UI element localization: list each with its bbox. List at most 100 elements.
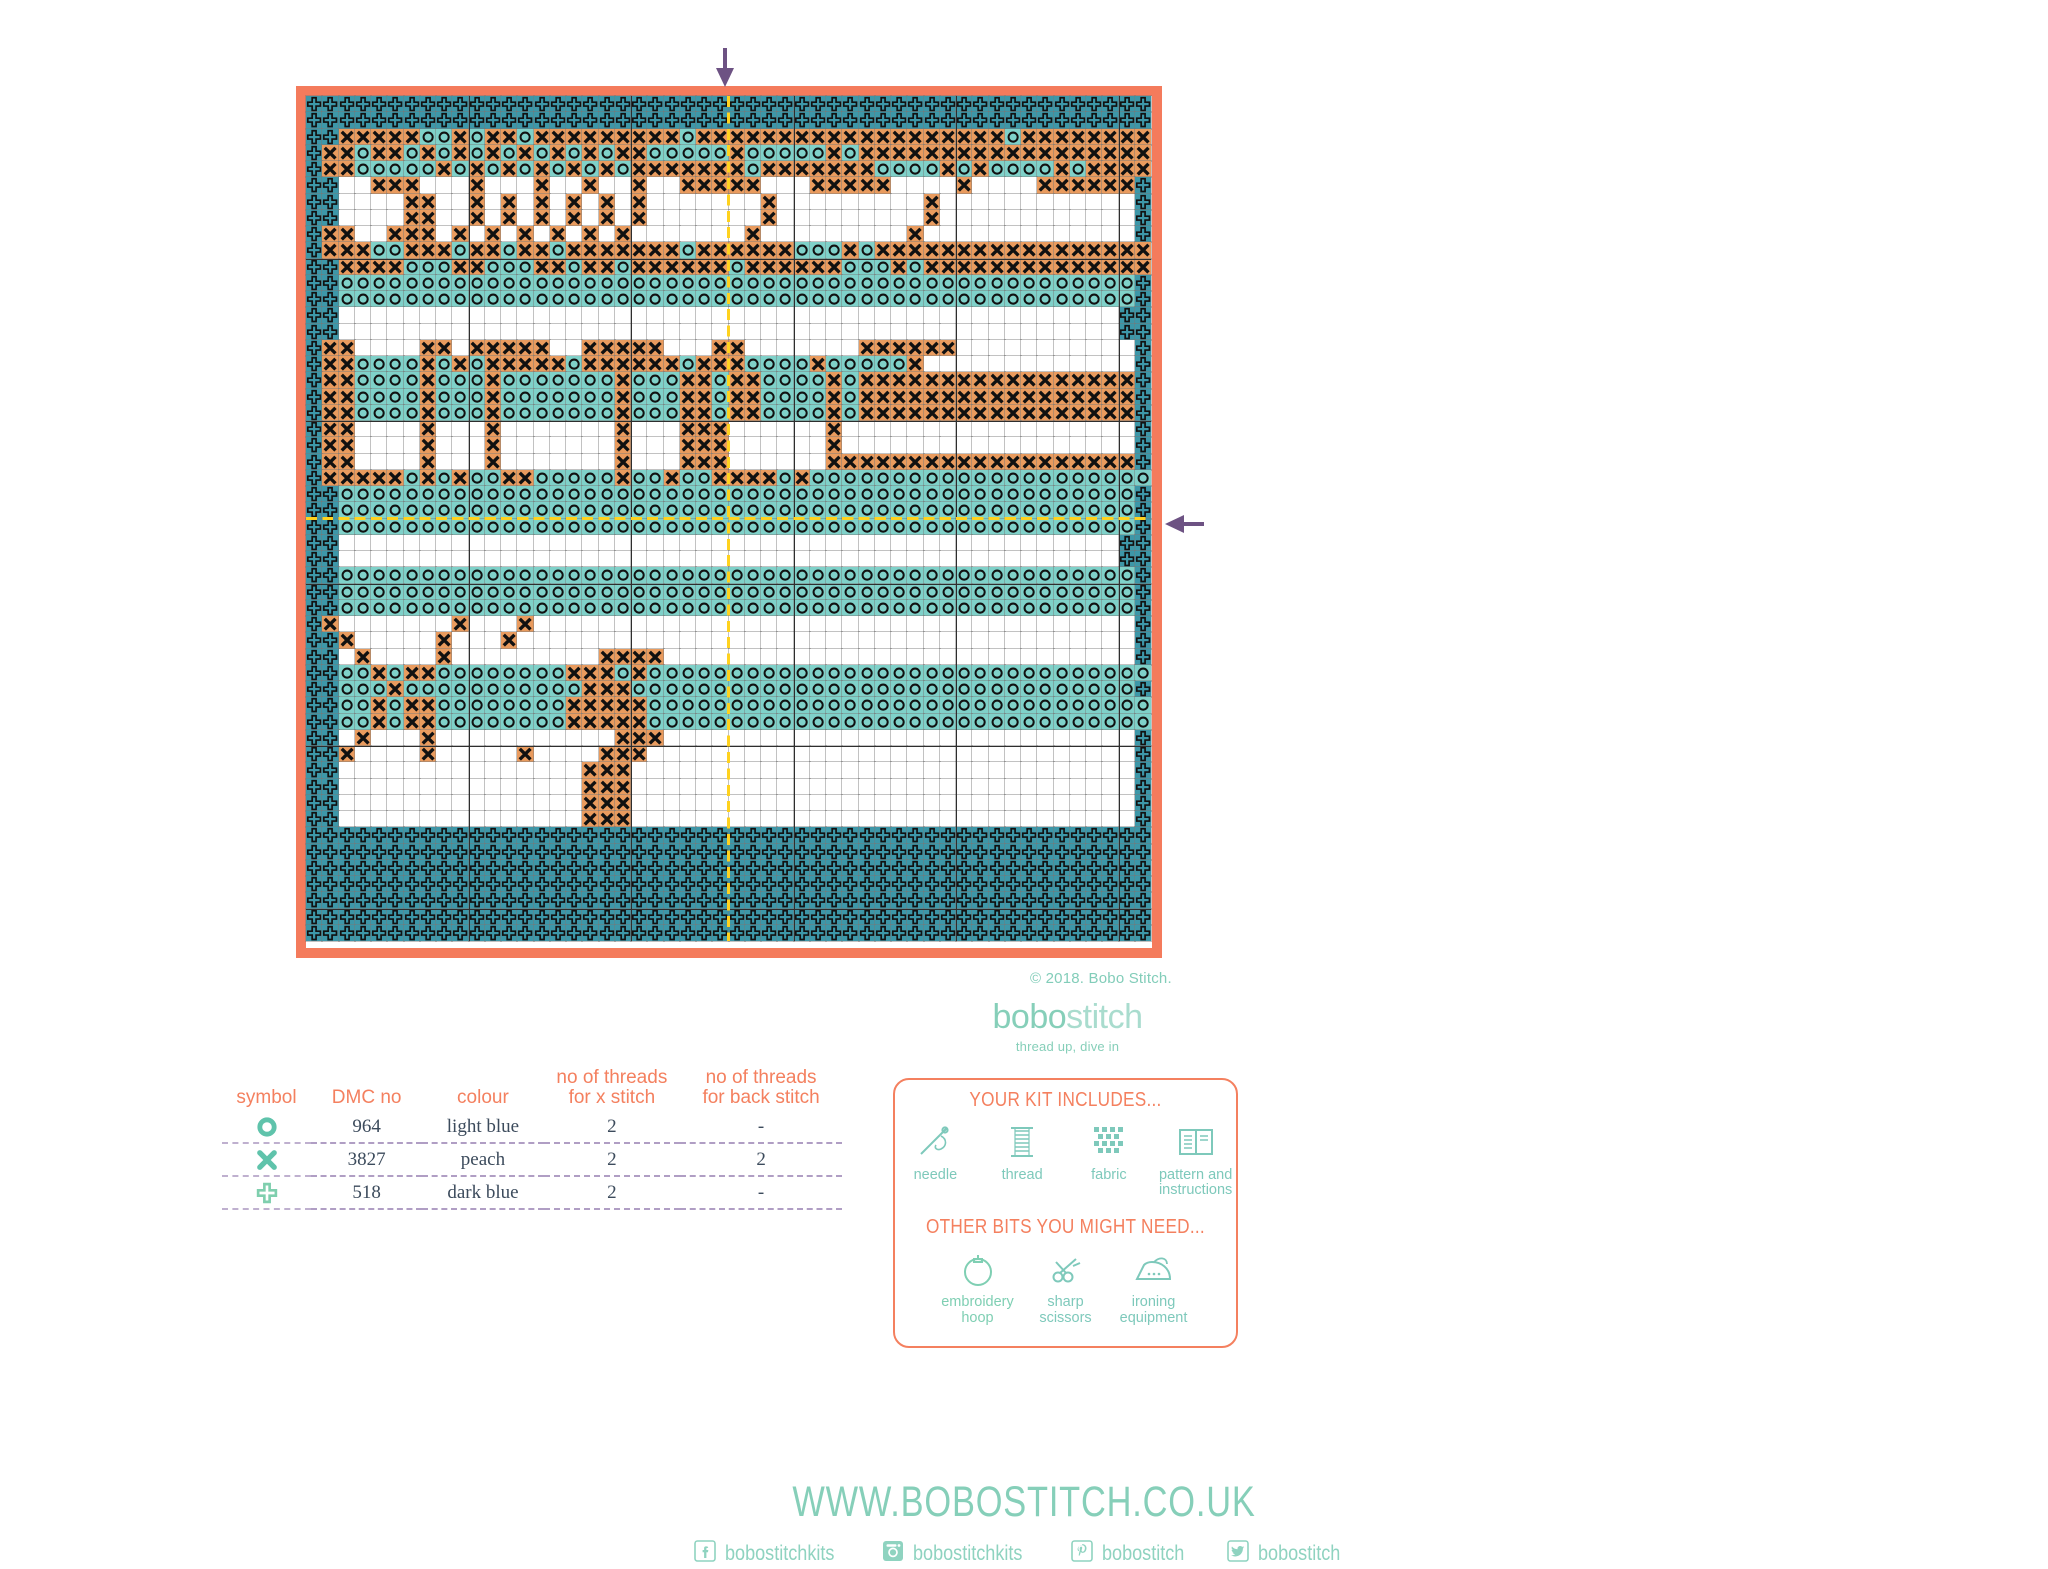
stitch-cell: [1134, 680, 1152, 698]
stitch-cell: [370, 452, 388, 471]
stitch-cell: [370, 274, 388, 292]
stitch-cell: [1117, 290, 1136, 308]
stitch-cell: [987, 777, 1006, 796]
stitch-cell: [776, 891, 795, 910]
stitch-cell: [1020, 859, 1038, 877]
stitch-cell: [695, 127, 713, 146]
stitch-cell: [419, 371, 437, 390]
stitch-cell: [305, 452, 323, 471]
stitch-cell: [825, 176, 843, 195]
stitch-cell: [484, 257, 502, 276]
stitch-cell: [662, 209, 681, 227]
stitch-cell: [532, 924, 551, 942]
stitch-cell: [744, 777, 762, 796]
stitch-cell: [1134, 615, 1152, 633]
stitch-cell: [565, 452, 583, 471]
stitch-cell: [597, 859, 616, 877]
stitch-cell: [484, 810, 502, 828]
stitch-cell: [549, 355, 567, 373]
stitch-cell: [1020, 306, 1038, 325]
stitch-cell: [906, 729, 925, 747]
stitch-cell: [370, 160, 388, 178]
stitch-cell: [484, 339, 502, 357]
stitch-cell: [630, 729, 648, 747]
stitch-cell: [955, 842, 973, 861]
stitch-cell: [370, 566, 388, 585]
stitch-cell: [971, 534, 990, 552]
stitch-cell: [516, 225, 535, 243]
stitch-cell: [955, 404, 973, 422]
stitch-cell: [939, 891, 957, 910]
stitch-cell: [451, 290, 470, 308]
stitch-cell: [792, 810, 811, 828]
stitch-cell: [1069, 517, 1087, 536]
stitch-cell: [451, 891, 470, 910]
legend-header-row: symbol DMC no colour no of threads for x…: [222, 1068, 842, 1111]
stitch-cell: [809, 842, 827, 861]
stitch-cell: [695, 794, 713, 812]
social-link-pinterest[interactable]: bobostitch: [1070, 1540, 1198, 1568]
stitch-cell: [646, 306, 665, 325]
stitch-cell: [939, 826, 957, 845]
stitch-cell: [484, 176, 502, 195]
stitch-cell: [857, 582, 876, 601]
stitch-cell: [662, 647, 681, 666]
stitch-cell: [679, 436, 697, 455]
stitch-cell: [874, 387, 892, 406]
stitch-cell: [419, 615, 437, 633]
stitch-cell: [614, 404, 632, 422]
stitch-cell: [987, 241, 1006, 260]
stitch-cell: [809, 404, 827, 422]
stitch-cell: [744, 469, 762, 487]
stitch-cell: [500, 387, 518, 406]
stitch-cell: [337, 582, 356, 601]
legend-threads-x-stitch: 2: [543, 1175, 681, 1210]
stitch-cell: [939, 924, 957, 942]
stitch-cell: [1117, 712, 1136, 731]
stitch-cell: [1085, 582, 1103, 601]
stitch-cell: [1085, 160, 1103, 178]
stitch-cell: [646, 696, 665, 715]
stitch-cell: [532, 842, 551, 861]
stitch-cell: [597, 647, 616, 666]
stitch-cell: [760, 355, 778, 373]
legend-header-symbol: symbol: [236, 1086, 297, 1108]
stitch-cell: [727, 404, 746, 422]
stitch-cell: [419, 842, 437, 861]
stitch-cell: [549, 664, 567, 682]
stitch-cell: [939, 371, 957, 390]
stitch-cell: [516, 355, 535, 373]
stitch-cell: [630, 550, 648, 568]
social-link-twitter[interactable]: bobostitch: [1227, 1540, 1354, 1568]
social-link-facebook[interactable]: bobostitchkits: [694, 1540, 852, 1568]
stitch-cell: [760, 274, 778, 292]
stitch-cell: [451, 436, 470, 455]
stitch-cell: [1004, 599, 1022, 617]
stitch-cell: [776, 192, 795, 211]
stitch-cell: [549, 924, 567, 942]
stitch-cell: [1036, 517, 1055, 536]
stitch-cell: [987, 534, 1006, 552]
stitch-cell: [825, 517, 843, 536]
social-link-instagram[interactable]: bobostitchkits: [882, 1540, 1040, 1568]
stitch-cell: [841, 485, 860, 503]
stitch-cell: [484, 95, 502, 113]
stitch-cell: [321, 387, 340, 406]
stitch-cell: [662, 339, 681, 357]
stitch-cell: [1052, 257, 1071, 276]
stitch-cell: [922, 891, 941, 910]
stitch-cell: [695, 501, 713, 520]
stitch-cell: [971, 111, 990, 130]
stitch-cell: [662, 257, 681, 276]
stitch-cell: [500, 582, 518, 601]
stitch-cell: [744, 631, 762, 650]
website-url[interactable]: WWW.BOBOSTITCH.CO.UK: [205, 1478, 1843, 1527]
stitch-cell: [760, 826, 778, 845]
stitch-cell: [337, 810, 356, 828]
stitch-cell: [955, 647, 973, 666]
stitch-cell: [922, 566, 941, 585]
stitch-cell: [890, 469, 908, 487]
stitch-cell: [1134, 306, 1152, 325]
stitch-cell: [809, 712, 827, 731]
stitch-cell: [971, 810, 990, 828]
